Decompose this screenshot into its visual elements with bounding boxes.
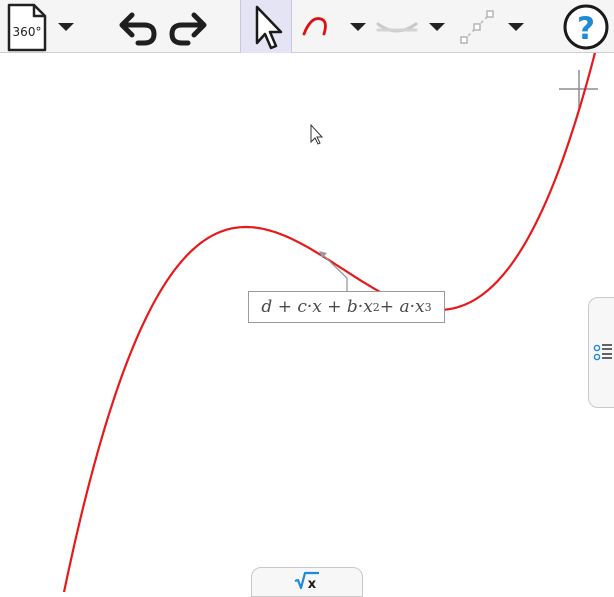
toolbar: 360° ? bbox=[0, 0, 614, 53]
svg-text:360°: 360° bbox=[13, 25, 42, 39]
mouse-cursor-icon bbox=[310, 123, 324, 145]
chevron-down-icon bbox=[350, 22, 366, 31]
formula-part-1: d + c·x + b·x bbox=[261, 297, 373, 317]
chevron-down-icon bbox=[58, 22, 74, 31]
points-icon bbox=[460, 9, 494, 44]
select-tool-button[interactable] bbox=[240, 0, 292, 53]
pointer-icon bbox=[255, 5, 283, 49]
svg-text:x: x bbox=[308, 577, 317, 591]
algebra-panel-tab[interactable] bbox=[588, 297, 614, 408]
chevron-down-icon bbox=[429, 22, 445, 31]
redo-button[interactable] bbox=[164, 0, 212, 53]
points-dropdown-button[interactable] bbox=[502, 0, 530, 53]
points-tool-button[interactable] bbox=[456, 0, 498, 53]
crosshair-icon bbox=[559, 70, 598, 108]
help-icon: ? bbox=[563, 4, 609, 49]
pen-dropdown-button[interactable] bbox=[344, 0, 372, 53]
sqrt-x-icon: x bbox=[294, 571, 319, 591]
file-menu-button[interactable]: 360° bbox=[2, 0, 50, 53]
undo-button[interactable] bbox=[114, 0, 162, 53]
chevron-down-icon bbox=[508, 22, 524, 31]
list-icon bbox=[593, 343, 612, 360]
curve-tool-button[interactable] bbox=[374, 0, 420, 53]
pen-stroke-icon bbox=[302, 16, 327, 35]
svg-text:?: ? bbox=[577, 11, 595, 47]
formula-exponent-2: 2 bbox=[372, 300, 380, 314]
pen-tool-button[interactable] bbox=[298, 0, 340, 53]
file-dropdown-button[interactable] bbox=[52, 0, 80, 53]
curve-dropdown-button[interactable] bbox=[423, 0, 451, 53]
input-bar-tab[interactable]: x bbox=[251, 567, 363, 597]
file-360-icon: 360° bbox=[7, 3, 47, 51]
formula-part-2: + a·x bbox=[379, 297, 425, 317]
help-button[interactable]: ? bbox=[560, 0, 612, 53]
formula-exponent-3: 3 bbox=[424, 300, 432, 314]
label-leader-line bbox=[321, 253, 348, 291]
curve-icon bbox=[376, 22, 418, 32]
undo-icon bbox=[119, 12, 157, 45]
formula-label[interactable]: d + c·x + b·x 2 + a·x 3 bbox=[248, 291, 445, 323]
redo-icon bbox=[169, 12, 207, 45]
